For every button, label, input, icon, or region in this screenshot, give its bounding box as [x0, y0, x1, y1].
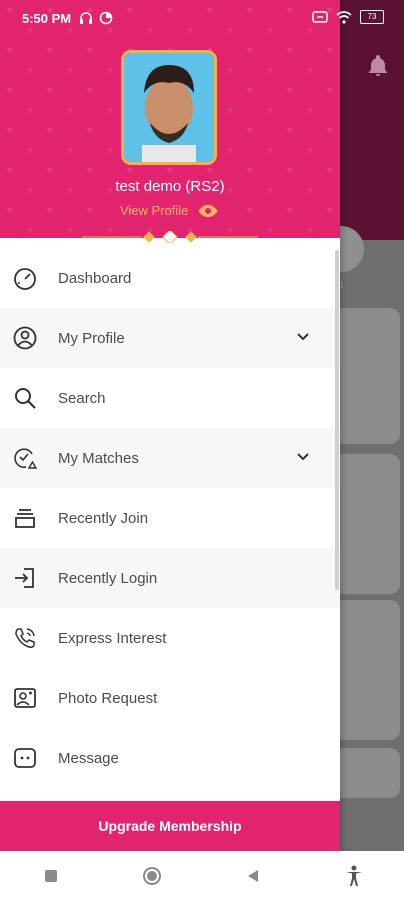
menu-item-label: Message	[58, 749, 119, 767]
message-icon	[14, 748, 36, 768]
menu-item-photo-request[interactable]: Photo Request	[0, 668, 340, 728]
chevron-down-icon[interactable]	[296, 450, 310, 464]
menu-item-dashboard[interactable]: Dashboard	[0, 248, 340, 308]
menu-item-recently-login[interactable]: Recently Login	[0, 548, 340, 608]
sim-icon	[312, 11, 328, 23]
accessibility-button[interactable]	[339, 861, 369, 891]
status-time: 5:50 PM	[22, 10, 72, 26]
photo-icon	[14, 688, 36, 708]
navigation-drawer: test demo (RS2) View Profile Dashboard M…	[0, 0, 340, 900]
status-left-icons	[79, 11, 113, 25]
back-button[interactable]	[238, 861, 268, 891]
upgrade-membership-button[interactable]: Upgrade Membership	[0, 801, 340, 851]
recent-apps-icon	[44, 869, 57, 882]
system-navigation-bar	[0, 851, 404, 900]
drawer-menu: Dashboard My Profile Search My Matches R…	[0, 248, 340, 788]
wifi-icon	[336, 10, 352, 24]
data-saver-icon	[99, 11, 113, 25]
background-card	[330, 748, 400, 798]
menu-item-search[interactable]: Search	[0, 368, 340, 428]
user-name: test demo (RS2)	[115, 178, 225, 195]
view-profile-link[interactable]: View Profile	[120, 203, 218, 218]
search-icon	[15, 388, 36, 409]
header-divider-ornament	[82, 231, 258, 243]
menu-item-label: My Profile	[58, 329, 125, 347]
avatar[interactable]	[121, 50, 217, 165]
status-right-icons: 73	[312, 10, 384, 24]
phone-icon	[15, 628, 35, 648]
menu-item-message[interactable]: Message	[0, 728, 340, 788]
menu-item-label: Photo Request	[58, 689, 158, 707]
eye-icon	[198, 204, 218, 217]
battery-icon: 73	[360, 10, 384, 24]
menu-item-express-interest[interactable]: Express Interest	[0, 608, 340, 668]
menu-item-my-matches[interactable]: My Matches	[0, 428, 340, 488]
menu-item-label: Express Interest	[58, 629, 167, 647]
menu-item-label: Search	[58, 389, 106, 407]
background-card	[330, 308, 400, 444]
user-circle-icon	[13, 326, 37, 350]
menu-item-label: My Matches	[58, 449, 139, 467]
background-card	[330, 600, 400, 740]
drawer-scrollbar[interactable]	[335, 250, 339, 590]
bell-icon[interactable]	[366, 54, 390, 78]
menu-item-my-profile[interactable]: My Profile	[0, 308, 340, 368]
matches-icon	[14, 448, 38, 469]
login-icon	[15, 568, 34, 588]
home-icon	[142, 866, 161, 885]
stack-icon	[15, 509, 35, 528]
menu-item-recently-join[interactable]: Recently Join	[0, 488, 340, 548]
chevron-down-icon[interactable]	[296, 330, 310, 344]
menu-item-label: Dashboard	[58, 269, 132, 287]
background-card	[330, 454, 400, 594]
menu-item-label: Recently Join	[58, 509, 149, 527]
menu-item-label: Recently Login	[58, 569, 158, 587]
back-icon	[247, 869, 258, 882]
status-bar: 5:50 PM 73	[0, 0, 404, 36]
recent-apps-button[interactable]	[36, 861, 66, 891]
home-button[interactable]	[137, 861, 167, 891]
headphone-icon	[80, 12, 93, 24]
view-profile-label: View Profile	[120, 203, 189, 218]
gauge-icon	[14, 268, 36, 290]
accessibility-icon	[345, 865, 362, 886]
